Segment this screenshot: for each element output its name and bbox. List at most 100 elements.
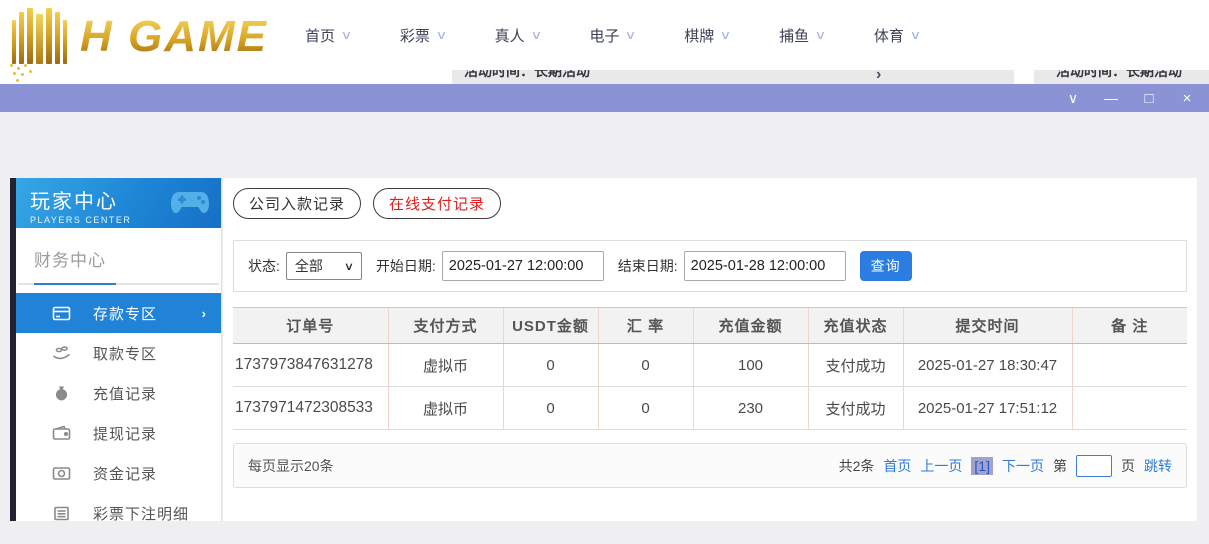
chevron-right-icon: ›	[202, 306, 207, 321]
list-icon	[52, 504, 71, 523]
page-jump-input[interactable]	[1076, 455, 1112, 477]
wallet-icon	[52, 424, 71, 443]
cell-recharge-amount: 100	[693, 344, 808, 387]
nav-item-lottery[interactable]: 彩票 ∨	[400, 25, 446, 46]
cell-pay-method: 虚拟币	[388, 387, 503, 430]
chevron-down-icon: ∨	[530, 28, 542, 42]
nav-item-home[interactable]: 首页 ∨	[305, 25, 351, 46]
clipped-text: 活动时间：长期活动	[464, 70, 1014, 81]
maximize-icon[interactable]: □	[1137, 87, 1161, 109]
sidebar-item-withdrawal-records[interactable]: 提现记录	[16, 413, 221, 453]
background-clipped-text: 活动时间：长期活动	[452, 70, 1014, 84]
nav-label: 真人	[495, 25, 525, 46]
end-date-input[interactable]	[684, 251, 846, 281]
chevron-down-icon: ∨	[909, 28, 921, 42]
cell-usdt-amount: 0	[503, 387, 598, 430]
cell-submit-time: 2025-01-27 18:30:47	[903, 344, 1072, 387]
logo-text: H GAME	[80, 12, 268, 62]
money-bag-icon	[52, 384, 71, 403]
jump-suffix-label: 页	[1121, 456, 1135, 476]
chevron-down-icon: ∨	[815, 28, 827, 42]
brand-logo[interactable]: H GAME	[10, 6, 268, 68]
nav-item-fishing[interactable]: 捕鱼 ∨	[779, 25, 825, 46]
cell-pay-method: 虚拟币	[388, 344, 503, 387]
page-footer-strip	[0, 521, 1209, 544]
record-tabs: 公司入款记录 在线支付记录	[233, 188, 501, 219]
nav-label: 体育	[874, 25, 904, 46]
first-page-link[interactable]: 首页	[883, 456, 911, 476]
sidebar-item-recharge-records[interactable]: 充值记录	[16, 373, 221, 413]
nav-label: 首页	[305, 25, 335, 46]
status-label: 状态:	[248, 256, 280, 276]
col-pay-method: 支付方式	[388, 308, 503, 344]
sidebar-item-deposit-zone[interactable]: 存款专区 ›	[16, 293, 221, 333]
close-icon[interactable]: ×	[1175, 87, 1199, 109]
status-selected-value: 全部	[295, 256, 323, 276]
sidebar-item-withdraw-zone[interactable]: 取款专区	[16, 333, 221, 373]
current-page-indicator: [1]	[971, 457, 993, 475]
chevron-down-icon: ∨	[625, 28, 637, 42]
nav-label: 棋牌	[684, 25, 714, 46]
sidebar: 玩家中心 PLAYERS CENTER 财务中心 存款专区 ›	[16, 178, 222, 521]
start-date-input[interactable]	[442, 251, 604, 281]
main-content: 公司入款记录 在线支付记录 状态: 全部 ∨ 开始日期: 结束日期: 查询 订单…	[223, 178, 1197, 521]
table-row: 1737973847631278 虚拟币 0 0 100 支付成功 2025-0…	[233, 344, 1187, 387]
coin-card-icon	[52, 464, 71, 483]
table-header-row: 订单号 支付方式 USDT金额 汇 率 充值金额 充值状态 提交时间 备 注	[233, 308, 1187, 344]
minimize-icon[interactable]: —	[1099, 87, 1123, 109]
col-submit-time: 提交时间	[903, 308, 1072, 344]
chevron-down-icon: ∨	[340, 28, 352, 42]
tab-company-deposit-records[interactable]: 公司入款记录	[233, 188, 361, 219]
nav-item-live[interactable]: 真人 ∨	[495, 25, 541, 46]
section-divider	[18, 283, 219, 285]
clipped-text: 活动时间：长期活动	[1056, 70, 1209, 81]
cell-order-no: 1737973847631278	[233, 344, 388, 387]
nav-item-cards[interactable]: 棋牌 ∨	[684, 25, 730, 46]
page-size-text: 每页显示20条	[248, 456, 334, 476]
sidebar-item-label: 资金记录	[93, 463, 157, 484]
col-order-no: 订单号	[233, 308, 388, 344]
tab-online-payment-records[interactable]: 在线支付记录	[373, 188, 501, 219]
gamepad-icon	[169, 186, 211, 220]
cell-recharge-amount: 230	[693, 387, 808, 430]
sidebar-item-funds-records[interactable]: 资金记录	[16, 453, 221, 493]
sidebar-item-label: 存款专区	[93, 303, 157, 324]
cell-exchange-rate: 0	[598, 387, 693, 430]
table-row: 1737971472308533 虚拟币 0 0 230 支付成功 2025-0…	[233, 387, 1187, 430]
records-table: 订单号 支付方式 USDT金额 汇 率 充值金额 充值状态 提交时间 备 注 1…	[233, 307, 1187, 430]
logo-bars-icon	[10, 8, 74, 66]
pagination-controls: 共2条 首页 上一页 [1] 下一页 第 页 跳转	[839, 455, 1172, 477]
end-date-label: 结束日期:	[618, 256, 678, 276]
sidebar-section-title: 财务中心	[16, 228, 221, 271]
nav-item-sports[interactable]: 体育 ∨	[874, 25, 920, 46]
nav-item-slots[interactable]: 电子 ∨	[589, 25, 635, 46]
nav-label: 彩票	[400, 25, 430, 46]
col-recharge-status: 充值状态	[808, 308, 903, 344]
total-count-text: 共2条	[839, 456, 875, 476]
cell-order-no: 1737971472308533	[233, 387, 388, 430]
chevron-down-icon: ∨	[720, 28, 732, 42]
filter-bar: 状态: 全部 ∨ 开始日期: 结束日期: 查询	[233, 240, 1187, 292]
window-titlebar: ∨ — □ ×	[0, 84, 1209, 112]
cell-recharge-status: 支付成功	[808, 387, 903, 430]
collapse-icon[interactable]: ∨	[1061, 87, 1085, 109]
cell-exchange-rate: 0	[598, 344, 693, 387]
prev-page-link[interactable]: 上一页	[920, 456, 962, 476]
app-window: H GAME 首页 ∨ 彩票 ∨ 真人 ∨ 电子 ∨ 棋牌 ∨	[0, 0, 1209, 544]
cell-remark	[1072, 344, 1187, 387]
cell-usdt-amount: 0	[503, 344, 598, 387]
bank-card-icon	[52, 304, 71, 323]
jump-button[interactable]: 跳转	[1144, 456, 1172, 476]
chevron-down-icon: ∨	[435, 28, 447, 42]
status-select[interactable]: 全部 ∨	[286, 252, 362, 280]
cell-submit-time: 2025-01-27 17:51:12	[903, 387, 1072, 430]
nav-label: 电子	[589, 25, 619, 46]
sidebar-item-label: 提现记录	[93, 423, 157, 444]
next-page-link[interactable]: 下一页	[1002, 456, 1044, 476]
col-recharge-amount: 充值金额	[693, 308, 808, 344]
query-button[interactable]: 查询	[860, 251, 912, 281]
players-center-banner: 玩家中心 PLAYERS CENTER	[16, 178, 221, 228]
col-exchange-rate: 汇 率	[598, 308, 693, 344]
cell-recharge-status: 支付成功	[808, 344, 903, 387]
col-usdt-amount: USDT金额	[503, 308, 598, 344]
